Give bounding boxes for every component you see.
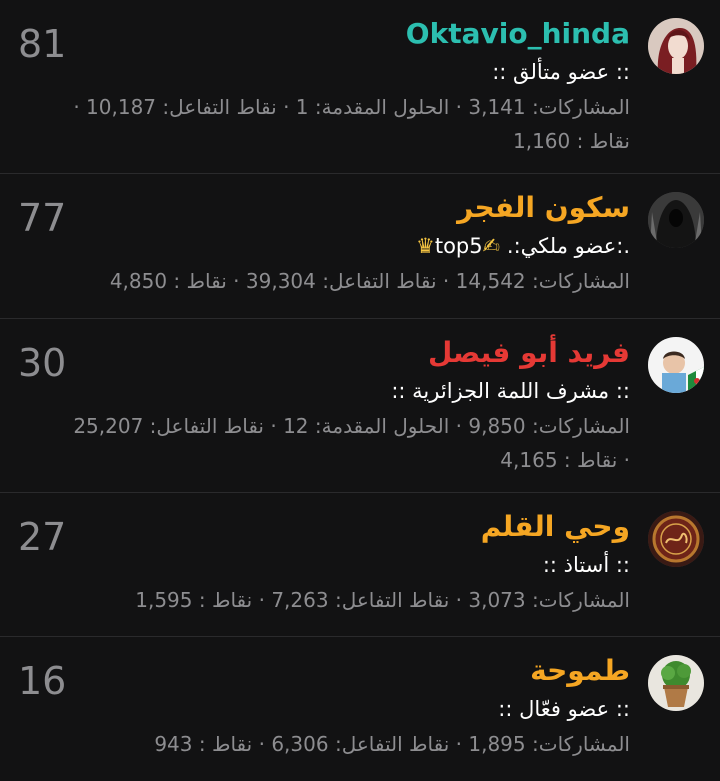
writing-hand-icon: ✍: [482, 234, 501, 258]
list-item[interactable]: 77 سكون الفجر .:عضو ملكي:. ✍top5♛ المشار…: [0, 174, 720, 319]
title-prefix: .:عضو ملكي:.: [506, 234, 630, 258]
member-title: :: مشرف اللمة الجزائرية ::: [391, 379, 630, 403]
member-stats: المشاركات: 3,073 · نقاط التفاعل: 7,263 ·…: [135, 588, 630, 612]
hooded-figure-avatar[interactable]: [648, 192, 704, 248]
calligraphy-emblem-avatar[interactable]: [648, 511, 704, 567]
list-item[interactable]: 30 فريد أبو فيصل :: مشرف اللمة الجزائرية…: [0, 319, 720, 493]
crown-icon: ♛: [416, 234, 435, 258]
member-title: :: أستاذ ::: [542, 553, 630, 577]
member-points: نقاط : 1,160: [513, 129, 630, 153]
list-item[interactable]: 16 طموحة :: عضو فعّال :: المشاركات: 1,89…: [0, 637, 720, 781]
username[interactable]: Oktavio_hinda: [12, 14, 630, 54]
member-title: :: عضو فعّال ::: [498, 697, 630, 721]
member-stats: المشاركات: 9,850 · الحلول المقدمة: 12 · …: [73, 414, 630, 438]
member-stats: المشاركات: 3,141 · الحلول المقدمة: 1 · ن…: [73, 95, 630, 119]
username[interactable]: سكون الفجر: [12, 188, 630, 228]
username[interactable]: فريد أبو فيصل: [12, 333, 630, 373]
woman-portrait-avatar[interactable]: [648, 18, 704, 74]
child-with-flag-avatar[interactable]: [648, 337, 704, 393]
title-suffix: top5: [434, 234, 483, 258]
list-item[interactable]: 27 وحي القلم :: أستاذ :: المشاركات: 3,07…: [0, 493, 720, 637]
member-stats: المشاركات: 14,542 · نقاط التفاعل: 39,304…: [109, 269, 630, 293]
list-item[interactable]: 81 Oktavio_hinda :: عضو متألق :: المشارك…: [0, 0, 720, 174]
member-title: :: عضو متألق ::: [492, 60, 630, 84]
username[interactable]: وحي القلم: [12, 507, 630, 547]
username[interactable]: طموحة: [12, 651, 630, 691]
member-points: · نقاط : 4,165: [500, 448, 630, 472]
member-title: .:عضو ملكي:. ✍top5♛: [12, 230, 630, 262]
member-list: 81 Oktavio_hinda :: عضو متألق :: المشارك…: [0, 0, 720, 781]
potted-plant-avatar[interactable]: [648, 655, 704, 711]
member-stats: المشاركات: 1,895 · نقاط التفاعل: 6,306 ·…: [154, 732, 630, 756]
